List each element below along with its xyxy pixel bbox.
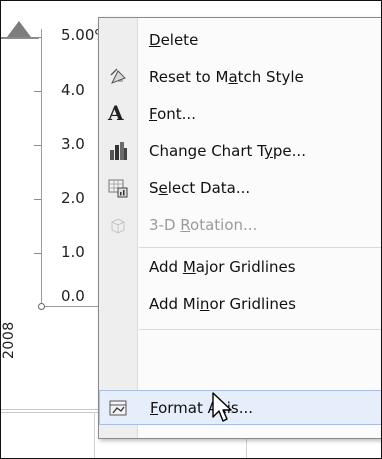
- axis-tick: [34, 253, 41, 254]
- menu-item-font[interactable]: A Font...: [99, 96, 381, 133]
- axis-tick-label: 0.0: [61, 287, 85, 305]
- menu-item-label: Select Data...: [149, 179, 251, 197]
- axis-origin-handle[interactable]: [38, 303, 45, 310]
- menu-item-label: Font...: [149, 105, 196, 123]
- axis-tick: [34, 199, 41, 200]
- menu-item-label: 3-D Rotation...: [149, 216, 258, 234]
- cube-icon: [111, 218, 125, 234]
- menu-item-reset-to-match-style[interactable]: Reset to Match Style: [99, 59, 381, 96]
- menu-item-label: Change Chart Type...: [149, 142, 306, 160]
- menu-item-label: Format Axis...: [150, 399, 254, 417]
- reset-style-icon: [110, 68, 126, 84]
- menu-item-select-data[interactable]: Select Data...: [99, 170, 381, 207]
- menu-separator: [139, 247, 381, 248]
- menu-item-label: Add Major Gridlines: [149, 258, 296, 276]
- category-label: 2008: [1, 321, 17, 359]
- mouse-pointer-icon: [212, 392, 232, 422]
- context-menu[interactable]: Delete Reset to Match Style A Font... Ch…: [98, 17, 381, 439]
- menu-item-3d-rotation: 3-D Rotation...: [99, 207, 381, 244]
- menu-item-add-major-gridlines[interactable]: Add Major Gridlines: [99, 249, 381, 286]
- menu-item-format-axis[interactable]: Format Axis...: [99, 390, 381, 425]
- menu-item-change-chart-type[interactable]: Change Chart Type...: [99, 133, 381, 170]
- menu-item-label: Reset to Match Style: [149, 68, 304, 86]
- axis-tick-label: 3.0: [61, 135, 85, 153]
- horizontal-axis[interactable]: [41, 306, 101, 307]
- menu-item-delete[interactable]: Delete: [99, 22, 381, 59]
- format-axis-icon: [109, 400, 127, 416]
- gridline: [94, 412, 95, 458]
- axis-tick: [34, 145, 41, 146]
- menu-item-label: Delete: [149, 31, 199, 49]
- select-data-icon: [108, 179, 128, 198]
- axis-tick-label: 2.0: [61, 189, 85, 207]
- axis-tick-label: 1.0: [61, 243, 85, 261]
- bar-chart-icon: [110, 142, 127, 160]
- axis-tick-label: 4.0: [61, 81, 85, 99]
- menu-item-label: Add Minor Gridlines: [149, 295, 296, 313]
- menu-item-add-minor-gridlines[interactable]: Add Minor Gridlines: [99, 286, 381, 323]
- font-icon: A: [108, 101, 124, 125]
- menu-separator: [139, 329, 381, 330]
- axis-tick: [34, 37, 41, 38]
- axis-tick: [34, 91, 41, 92]
- vertical-axis[interactable]: [41, 29, 42, 307]
- axis-marker-icon: [7, 21, 31, 37]
- screenshot-frame: 5.00% 4.0 3.0 2.0 1.0 0.0 2008 Delete Re…: [0, 0, 382, 459]
